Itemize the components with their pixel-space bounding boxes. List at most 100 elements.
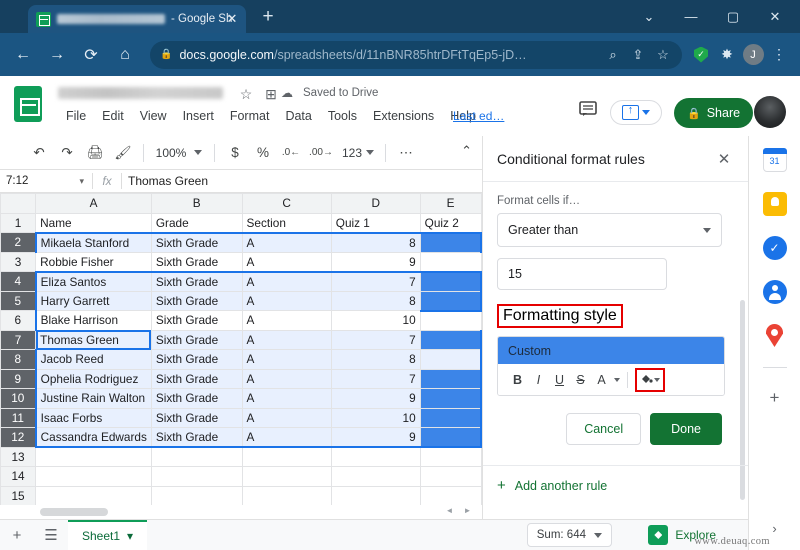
table-row[interactable]: 13: [0, 446, 482, 467]
cell-name[interactable]: Isaac Forbs: [34, 407, 152, 428]
cell-quiz1[interactable]: 9: [330, 427, 421, 448]
cell-quiz2[interactable]: [419, 485, 482, 506]
maps-icon[interactable]: [766, 324, 783, 347]
adblock-shield-icon[interactable]: [688, 42, 714, 68]
style-preview[interactable]: Custom: [498, 337, 724, 364]
menu-edit[interactable]: Edit: [94, 106, 132, 126]
row-header[interactable]: 9: [0, 368, 37, 389]
table-row[interactable]: 6 Blake Harrison Sixth Grade A 10: [0, 310, 482, 331]
cell-grade[interactable]: Grade: [150, 212, 243, 233]
cell-grade[interactable]: [150, 466, 243, 487]
row-header[interactable]: 12: [0, 427, 37, 448]
select-all-corner[interactable]: [0, 193, 37, 214]
cell-name[interactable]: Eliza Santos: [34, 270, 152, 292]
cell-section[interactable]: A: [241, 407, 332, 428]
row-header[interactable]: 10: [0, 388, 37, 409]
table-row[interactable]: 12 Cassandra Edwards Sixth Grade A 9: [0, 427, 482, 448]
row-header[interactable]: 14: [0, 466, 37, 487]
menu-insert[interactable]: Insert: [175, 106, 222, 126]
text-color-icon[interactable]: A: [592, 369, 611, 391]
cell-section[interactable]: A: [241, 349, 332, 370]
cell-quiz1[interactable]: 9: [330, 388, 421, 409]
table-row[interactable]: 9 Ophelia Rodriguez Sixth Grade A 7: [0, 368, 482, 389]
table-row[interactable]: 1 Name Grade Section Quiz 1 Quiz 2: [0, 212, 482, 233]
spreadsheet-grid[interactable]: A B C D E 1 Name Grade Section Quiz 1 Qu…: [0, 193, 482, 510]
italic-icon[interactable]: I: [529, 369, 548, 391]
horizontal-scroll-thumb[interactable]: [40, 508, 108, 516]
zoom-select[interactable]: 100%: [151, 141, 207, 165]
cell-quiz2[interactable]: [419, 368, 482, 389]
menu-data[interactable]: Data: [277, 106, 319, 126]
add-sheet-button[interactable]: +: [0, 520, 34, 550]
present-caret-icon[interactable]: [642, 110, 650, 115]
column-header-e[interactable]: E: [419, 193, 482, 214]
cell-quiz1[interactable]: [330, 446, 421, 467]
last-edit-link[interactable]: Last ed…: [453, 109, 504, 123]
share-link-icon[interactable]: ⇪: [629, 47, 647, 63]
cell-name[interactable]: Jacob Reed: [34, 349, 152, 370]
column-header-a[interactable]: A: [35, 193, 152, 214]
table-row[interactable]: 7 Thomas Green Sixth Grade A 7: [0, 329, 482, 350]
cell-section[interactable]: A: [241, 427, 332, 448]
document-title-redacted[interactable]: [58, 87, 223, 99]
cell-name[interactable]: [35, 485, 152, 506]
cell-name[interactable]: Robbie Fisher: [35, 251, 152, 272]
bookmark-star-icon[interactable]: ☆: [654, 47, 672, 63]
table-row[interactable]: 8 Jacob Reed Sixth Grade A 8: [0, 349, 482, 370]
share-button[interactable]: 🔒 Share: [674, 98, 754, 128]
cell-section[interactable]: A: [241, 310, 332, 331]
cell-quiz1[interactable]: 10: [330, 407, 421, 428]
menu-file[interactable]: File: [58, 106, 94, 126]
cell-section[interactable]: Section: [241, 212, 332, 233]
zoom-search-icon[interactable]: ⌕: [604, 47, 622, 63]
cell-quiz2[interactable]: [419, 349, 482, 370]
cell-quiz1[interactable]: [330, 485, 421, 506]
cell-quiz2[interactable]: Quiz 2: [419, 212, 482, 233]
cell-name[interactable]: [35, 466, 152, 487]
menu-view[interactable]: View: [132, 106, 175, 126]
all-sheets-button[interactable]: ☰: [34, 520, 68, 550]
cell-section[interactable]: A: [241, 388, 332, 409]
cell-grade[interactable]: Sixth Grade: [150, 310, 243, 331]
more-toolbar-icon[interactable]: ⋯: [393, 140, 419, 166]
cell-quiz2[interactable]: [419, 446, 482, 467]
cell-section[interactable]: [241, 466, 332, 487]
minimize-button[interactable]: —: [670, 0, 712, 33]
table-row[interactable]: 5 Harry Garrett Sixth Grade A 8: [0, 290, 482, 312]
contacts-icon[interactable]: [762, 280, 787, 304]
paint-format-icon[interactable]: 🖌: [110, 140, 136, 166]
cell-name[interactable]: Harry Garrett: [34, 290, 152, 311]
tab-search-chevron-icon[interactable]: ⌄: [628, 0, 670, 33]
cell-section[interactable]: A: [241, 270, 332, 292]
row-header[interactable]: 5: [0, 290, 37, 311]
browser-tab-active[interactable]: - Google Sh ✕: [28, 5, 246, 33]
cell-quiz2[interactable]: [419, 427, 482, 448]
cell-grade[interactable]: Sixth Grade: [150, 270, 243, 292]
more-formats-select[interactable]: 123: [338, 141, 378, 165]
cell-grade[interactable]: [150, 446, 243, 467]
user-avatar[interactable]: [754, 96, 786, 128]
cell-name[interactable]: Blake Harrison: [34, 310, 152, 331]
bold-icon[interactable]: B: [508, 369, 527, 391]
get-add-ons-icon[interactable]: +: [770, 388, 780, 408]
cell-quiz2[interactable]: [419, 251, 482, 272]
cell-quiz2[interactable]: [419, 310, 482, 331]
table-row[interactable]: 11 Isaac Forbs Sixth Grade A 10: [0, 407, 482, 428]
back-icon[interactable]: ←: [8, 40, 38, 70]
comment-history-icon[interactable]: [579, 101, 601, 123]
row-header[interactable]: 8: [0, 349, 37, 370]
table-row[interactable]: 14: [0, 466, 482, 487]
table-row[interactable]: 3 Robbie Fisher Sixth Grade A 9: [0, 251, 482, 272]
print-icon[interactable]: 🖨: [82, 140, 108, 166]
column-header-b[interactable]: B: [150, 193, 243, 214]
grid-horizontal-scrollbar[interactable]: ◄ ►: [0, 505, 482, 519]
reload-icon[interactable]: ⟳: [76, 40, 106, 70]
maximize-button[interactable]: ▢: [712, 0, 754, 33]
cell-grade[interactable]: [150, 485, 243, 506]
present-button[interactable]: [610, 100, 662, 125]
cell-quiz2[interactable]: [419, 290, 482, 312]
cell-grade[interactable]: Sixth Grade: [150, 368, 243, 389]
forward-icon[interactable]: →: [42, 40, 72, 70]
cell-grade[interactable]: Sixth Grade: [150, 231, 243, 253]
fill-color-button[interactable]: [635, 367, 665, 392]
